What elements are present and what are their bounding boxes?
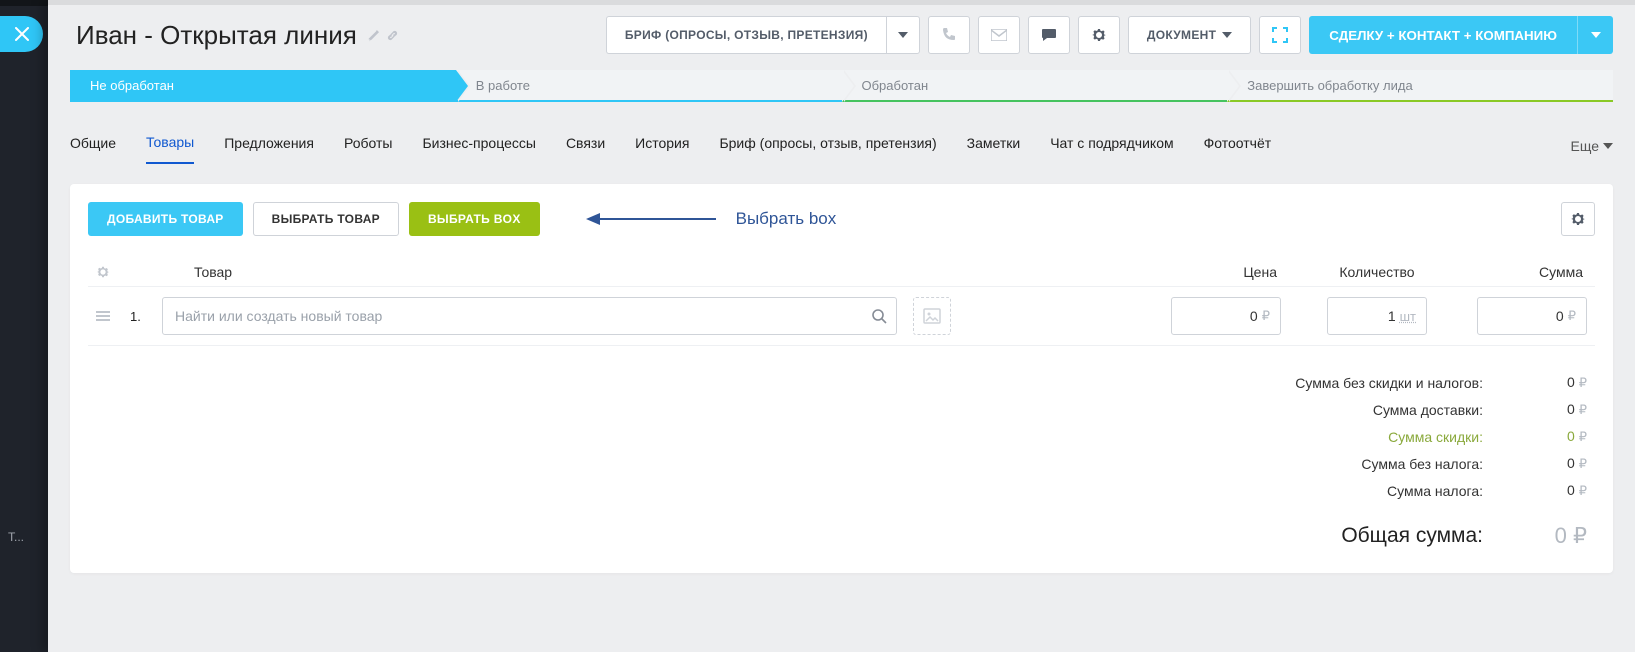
drag-handle-icon[interactable] — [96, 311, 120, 321]
qty-input[interactable]: 1 шт — [1327, 297, 1427, 335]
tab-notes[interactable]: Заметки — [967, 129, 1021, 163]
product-actions: ДОБАВИТЬ ТОВАР ВЫБРАТЬ ТОВАР ВЫБРАТЬ BOX… — [88, 202, 1595, 236]
products-panel: ДОБАВИТЬ ТОВАР ВЫБРАТЬ ТОВАР ВЫБРАТЬ BOX… — [70, 184, 1613, 573]
add-product-button[interactable]: ДОБАВИТЬ ТОВАР — [88, 202, 243, 236]
brief-dropdown[interactable]: БРИФ (ОПРОСЫ, ОТЗЫВ, ПРЕТЕНЗИЯ) — [606, 16, 920, 54]
total-line-discount: Сумма скидки: 0 ₽ — [88, 428, 1587, 445]
chevron-down-icon — [1603, 143, 1613, 149]
create-deal-split[interactable] — [1577, 16, 1613, 54]
expand-button[interactable] — [1259, 16, 1301, 54]
image-placeholder[interactable] — [913, 297, 951, 335]
select-product-button[interactable]: ВЫБРАТЬ ТОВАР — [253, 202, 399, 236]
annotation-label: Выбрать box — [736, 209, 837, 229]
stage-item[interactable]: Обработан — [842, 70, 1228, 102]
sidebar-hint: Т... — [8, 530, 24, 544]
image-icon — [923, 308, 941, 324]
panel-settings-button[interactable] — [1561, 202, 1595, 236]
annotation: Выбрать box — [586, 209, 837, 229]
col-price: Цена — [1147, 264, 1277, 280]
pencil-icon[interactable] — [367, 29, 380, 42]
stage-item[interactable]: Завершить обработку лида — [1227, 70, 1613, 102]
gear-icon[interactable] — [96, 265, 110, 279]
total-line: Сумма налога: 0 ₽ — [88, 482, 1587, 499]
expand-icon — [1271, 26, 1289, 44]
tab-bar: Общие Товары Предложения Роботы Бизнес-п… — [70, 128, 1613, 164]
stage-item[interactable]: Не обработан — [70, 70, 456, 102]
tab-brief[interactable]: Бриф (опросы, отзыв, претензия) — [719, 129, 936, 163]
chevron-down-icon — [1222, 32, 1232, 38]
chat-button[interactable] — [1028, 16, 1070, 54]
product-search-input[interactable] — [162, 297, 897, 335]
tab-bp[interactable]: Бизнес-процессы — [422, 129, 535, 163]
create-deal-button[interactable]: СДЕЛКУ + КОНТАКТ + КОМПАНИЮ — [1309, 16, 1577, 54]
tab-more[interactable]: Еще — [1571, 138, 1614, 154]
chat-icon — [1041, 27, 1057, 43]
tab-robots[interactable]: Роботы — [344, 129, 392, 163]
tab-history[interactable]: История — [635, 129, 689, 163]
title-text: Иван - Открытая линия — [76, 20, 357, 51]
sum-input[interactable]: 0 ₽ — [1477, 297, 1587, 335]
row-index: 1. — [130, 309, 152, 324]
document-dropdown[interactable]: ДОКУМЕНТ — [1128, 16, 1251, 54]
total-line: Сумма без скидки и налогов: 0 ₽ — [88, 374, 1587, 391]
tab-products[interactable]: Товары — [146, 128, 194, 164]
price-input[interactable]: 0 ₽ — [1171, 297, 1281, 335]
close-icon — [15, 27, 29, 41]
tab-general[interactable]: Общие — [70, 129, 116, 163]
close-panel-button[interactable] — [0, 16, 43, 52]
stage-item[interactable]: В работе — [456, 70, 842, 102]
panel-header: Иван - Открытая линия БРИФ (ОПРОСЫ, ОТЗЫ… — [48, 0, 1635, 64]
table-row: 1. 0 ₽ 1 шт 0 ₽ — [88, 286, 1595, 346]
arrow-left-icon — [586, 211, 716, 227]
gear-icon — [1091, 27, 1107, 43]
totals-block: Сумма без скидки и налогов: 0 ₽ Сумма до… — [88, 374, 1595, 549]
tab-links[interactable]: Связи — [566, 129, 605, 163]
tab-photo[interactable]: Фотоотчёт — [1204, 129, 1272, 163]
create-deal-label: СДЕЛКУ + КОНТАКТ + КОМПАНИЮ — [1329, 28, 1557, 43]
settings-button[interactable] — [1078, 16, 1120, 54]
col-sum: Сумма — [1437, 264, 1587, 280]
gear-icon — [1570, 211, 1586, 227]
grand-total: Общая сумма: 0 ₽ — [88, 523, 1587, 549]
lead-detail-panel: Иван - Открытая линия БРИФ (ОПРОСЫ, ОТЗЫ… — [48, 0, 1635, 652]
phone-button[interactable] — [928, 16, 970, 54]
tab-chat[interactable]: Чат с подрядчиком — [1050, 129, 1173, 163]
document-label: ДОКУМЕНТ — [1147, 28, 1216, 42]
col-product: Товар — [194, 264, 1147, 280]
search-icon[interactable] — [871, 308, 887, 324]
col-qty: Количество — [1277, 264, 1437, 280]
mail-icon — [991, 29, 1007, 41]
phone-icon — [941, 27, 957, 43]
caret-down-icon — [898, 32, 908, 38]
tab-offers[interactable]: Предложения — [224, 129, 314, 163]
app-sidebar-strip: Т... — [0, 0, 48, 652]
total-line: Сумма доставки: 0 ₽ — [88, 401, 1587, 418]
page-title: Иван - Открытая линия — [76, 20, 399, 51]
total-line: Сумма без налога: 0 ₽ — [88, 455, 1587, 472]
table-header: Товар Цена Количество Сумма — [88, 258, 1595, 286]
brief-label: БРИФ (ОПРОСЫ, ОТЗЫВ, ПРЕТЕНЗИЯ) — [625, 28, 868, 42]
caret-down-icon — [1591, 32, 1601, 38]
link-icon[interactable] — [386, 29, 399, 42]
stage-bar: Не обработан В работе Обработан Завершит… — [70, 70, 1613, 102]
mail-button[interactable] — [978, 16, 1020, 54]
select-box-button[interactable]: ВЫБРАТЬ BOX — [409, 202, 540, 236]
